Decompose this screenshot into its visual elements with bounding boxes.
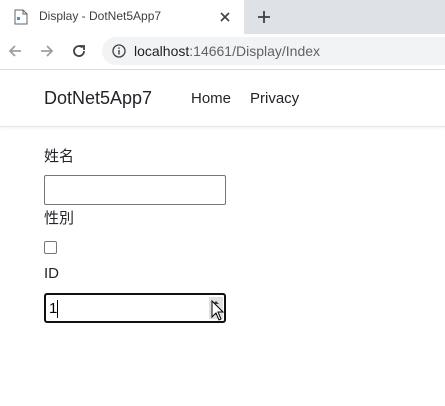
gender-checkbox[interactable] [44,241,57,254]
page-icon [14,9,28,25]
new-tab-icon[interactable] [256,9,272,25]
url-host: localhost [134,43,190,59]
browser-toolbar: localhost:14661/Display/Index [0,34,445,70]
site-navbar: DotNet5App7 Home Privacy [0,71,445,127]
address-bar[interactable]: localhost:14661/Display/Index [102,37,445,65]
url-text: localhost:14661/Display/Index [134,43,320,59]
text-caret [57,300,58,318]
id-number-input[interactable]: 1 [44,293,226,323]
forward-arrow-icon[interactable] [38,42,56,60]
nav-privacy-link[interactable]: Privacy [250,90,299,107]
name-label: 姓名 [44,147,75,165]
reload-icon[interactable] [70,42,88,60]
id-label: ID [44,265,59,282]
mouse-pointer-icon [211,300,225,321]
tab-title: Display - DotNet5App7 [39,9,162,23]
name-input[interactable] [44,175,226,205]
gender-label: 性別 [44,209,75,227]
info-icon[interactable] [112,44,126,58]
tab-strip: Display - DotNet5App7 [0,0,445,34]
close-tab-icon[interactable] [218,10,232,24]
back-arrow-icon[interactable] [6,42,24,60]
browser-tab[interactable]: Display - DotNet5App7 [0,0,244,34]
url-path: :14661/Display/Index [189,43,321,59]
site-brand[interactable]: DotNet5App7 [44,88,152,109]
nav-home-link[interactable]: Home [191,90,231,107]
